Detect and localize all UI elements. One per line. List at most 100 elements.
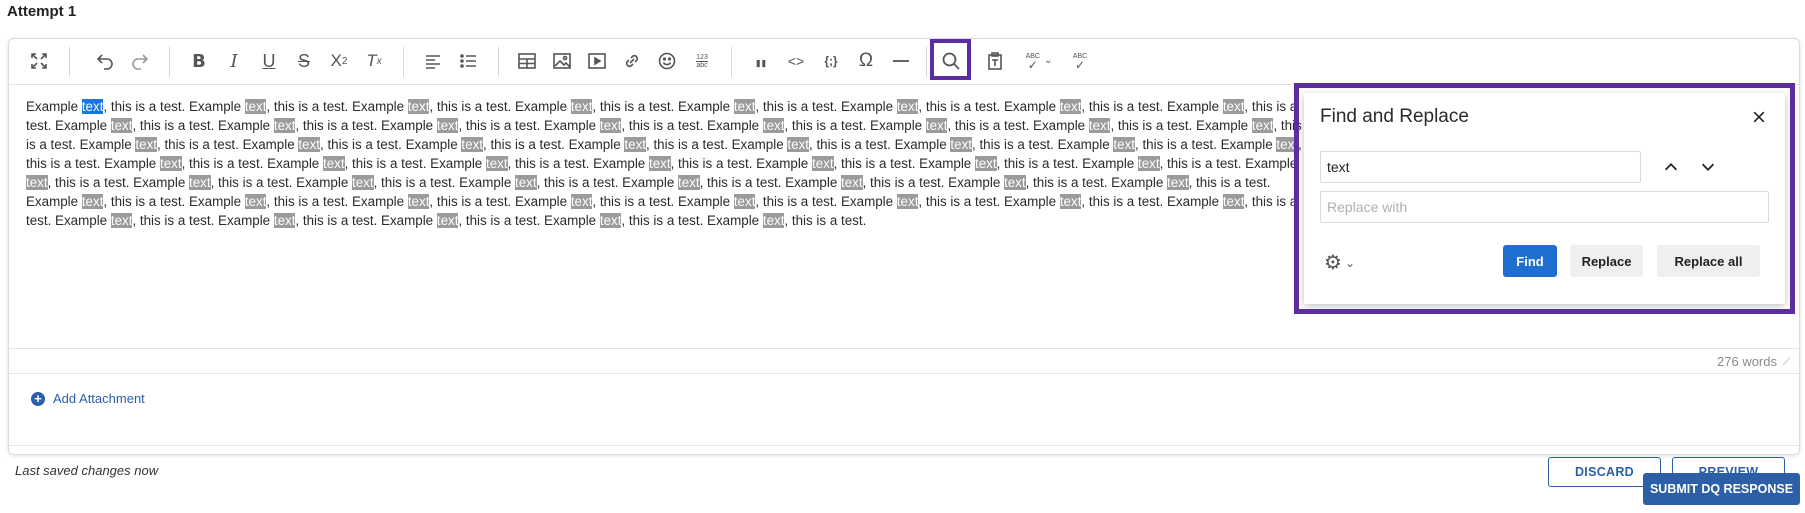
superscript-icon[interactable]: X2 — [323, 45, 355, 77]
media-icon[interactable] — [581, 45, 613, 77]
match-highlight: text — [273, 118, 296, 133]
editor-text-run: , this is a test. Example — [103, 99, 245, 114]
emoji-icon[interactable] — [651, 45, 683, 77]
table-icon[interactable] — [511, 45, 543, 77]
match-highlight: text — [950, 137, 972, 152]
undo-icon[interactable] — [89, 45, 121, 77]
editor-text-run: , this is a test. Example — [1025, 175, 1167, 190]
special-char-icon[interactable]: Ω — [850, 45, 882, 77]
match-highlight: text — [896, 194, 919, 209]
horizontal-rule-icon[interactable] — [885, 45, 917, 77]
link-icon[interactable] — [616, 45, 648, 77]
editor-text-run: , this is a test. Example — [295, 213, 437, 228]
fullscreen-icon[interactable] — [23, 45, 55, 77]
match-highlight: text — [189, 175, 211, 190]
match-highlight: text — [733, 99, 756, 114]
editor-text-run: , this is a test. Example — [592, 194, 734, 209]
editor-text-run: , this is a test. Example — [670, 156, 812, 171]
match-highlight: text — [1222, 99, 1245, 114]
editor-text-run: , this is a test. Example — [429, 194, 571, 209]
match-highlight: text — [624, 137, 646, 152]
match-highlight: text — [436, 213, 459, 228]
match-highlight: text — [1004, 175, 1026, 190]
editor-text-run: , this is a test. Example — [103, 194, 245, 209]
match-highlight: text — [352, 175, 374, 190]
match-highlight: text — [570, 194, 593, 209]
resize-handle-icon[interactable]: ⟋ — [1783, 357, 1793, 368]
editor-text-run: , this is a test. Example — [344, 156, 486, 171]
match-highlight: text — [896, 99, 919, 114]
strikethrough-icon[interactable]: S — [288, 45, 320, 77]
match-highlight: text — [436, 118, 459, 133]
image-icon[interactable] — [546, 45, 578, 77]
match-highlight: text — [26, 175, 48, 190]
spellcheck-language-icon[interactable]: ABC ✓ — [1064, 45, 1096, 77]
remove-format-icon[interactable]: Tx — [358, 45, 390, 77]
editor-text-run: , this is a test. Example — [320, 137, 462, 152]
editor-text-run: , this is a test. Example — [918, 194, 1060, 209]
match-highlight: text — [515, 175, 537, 190]
find-replace-highlight-frame — [1294, 83, 1795, 314]
editor-text-run: Example — [26, 99, 82, 114]
match-highlight: text — [1251, 118, 1274, 133]
spellcheck-icon[interactable]: ABC ✓ ⌄ — [1017, 45, 1061, 77]
match-highlight: text — [570, 99, 593, 114]
code-icon[interactable]: <> — [780, 45, 812, 77]
match-highlight: text — [135, 137, 157, 152]
editor-text-run: , this is a test. Example — [621, 118, 763, 133]
editor-text-run: , this is a test. Example — [458, 118, 600, 133]
match-highlight: text — [1113, 137, 1135, 152]
editor-text-run: , this is a test. Example — [157, 137, 299, 152]
editor-text-run: , this is a test. Example — [699, 175, 841, 190]
editor-text-run: , this is a test. Example — [536, 175, 678, 190]
editor-text-run: , this is a test. Example — [210, 175, 352, 190]
editor-text-run: , this is a test. Example — [483, 137, 625, 152]
code-block-icon[interactable]: {;} — [815, 45, 847, 77]
redo-icon[interactable] — [124, 45, 156, 77]
align-left-icon[interactable] — [417, 45, 449, 77]
match-highlight: text — [648, 156, 671, 171]
add-attachment-link[interactable]: + Add Attachment — [31, 391, 145, 406]
match-highlight: text — [1137, 156, 1160, 171]
editor-text-run: , this is a test. Example — [458, 213, 600, 228]
bullet-list-icon[interactable] — [452, 45, 484, 77]
match-highlight: text — [1167, 175, 1189, 190]
match-highlight: text — [678, 175, 700, 190]
editor-text-run: , this is a test. Example — [429, 99, 571, 114]
blockquote-icon[interactable]: " — [745, 45, 777, 87]
italic-icon[interactable]: I — [218, 45, 250, 77]
match-highlight: text — [599, 118, 622, 133]
match-highlight: text — [787, 137, 809, 152]
editor-text-run: , this is a test. Example — [784, 118, 926, 133]
search-icon[interactable] — [935, 45, 967, 77]
submit-dq-response-button[interactable]: SUBMIT DQ RESPONSE — [1643, 473, 1800, 505]
editor-text-run: , this is a test. Example — [181, 156, 323, 171]
underline-icon[interactable]: U — [253, 45, 285, 77]
add-attachment-label: Add Attachment — [53, 391, 145, 406]
editor-text-run: , this is a test. Example — [1159, 156, 1298, 171]
last-saved-status: Last saved changes now — [15, 463, 159, 478]
match-highlight: text — [762, 118, 785, 133]
current-match-highlight: text — [81, 99, 104, 114]
bold-icon[interactable]: B — [183, 45, 215, 77]
paste-text-icon[interactable] — [979, 45, 1011, 77]
match-highlight: text — [244, 194, 267, 209]
match-highlight: text — [461, 137, 483, 152]
editor-text-run: , this is a test. Example — [996, 156, 1138, 171]
match-highlight: text — [1222, 194, 1245, 209]
editor-text-run: , this is a test. Example — [1081, 99, 1223, 114]
match-highlight: text — [298, 137, 320, 152]
match-highlight: text — [925, 118, 948, 133]
match-highlight: text — [110, 118, 133, 133]
word-count-label: 276 words — [1717, 354, 1777, 369]
editor-text-run: , this is a test. Example — [295, 118, 437, 133]
editor-text-run: , this is a test. Example — [47, 175, 189, 190]
editor-text-run: , this is a test. Example — [1110, 118, 1252, 133]
editor-text-run: , this is a test. Example — [132, 118, 274, 133]
match-highlight: text — [81, 194, 104, 209]
word-count-icon[interactable]: 123 abc — [686, 45, 718, 77]
match-highlight: text — [811, 156, 834, 171]
match-highlight: text — [273, 213, 296, 228]
editor-toolbar: B I U S X2 Tx 123 abc " <> {;} Ω ABC ✓ ⌄… — [9, 39, 1799, 87]
match-highlight: text — [110, 213, 133, 228]
